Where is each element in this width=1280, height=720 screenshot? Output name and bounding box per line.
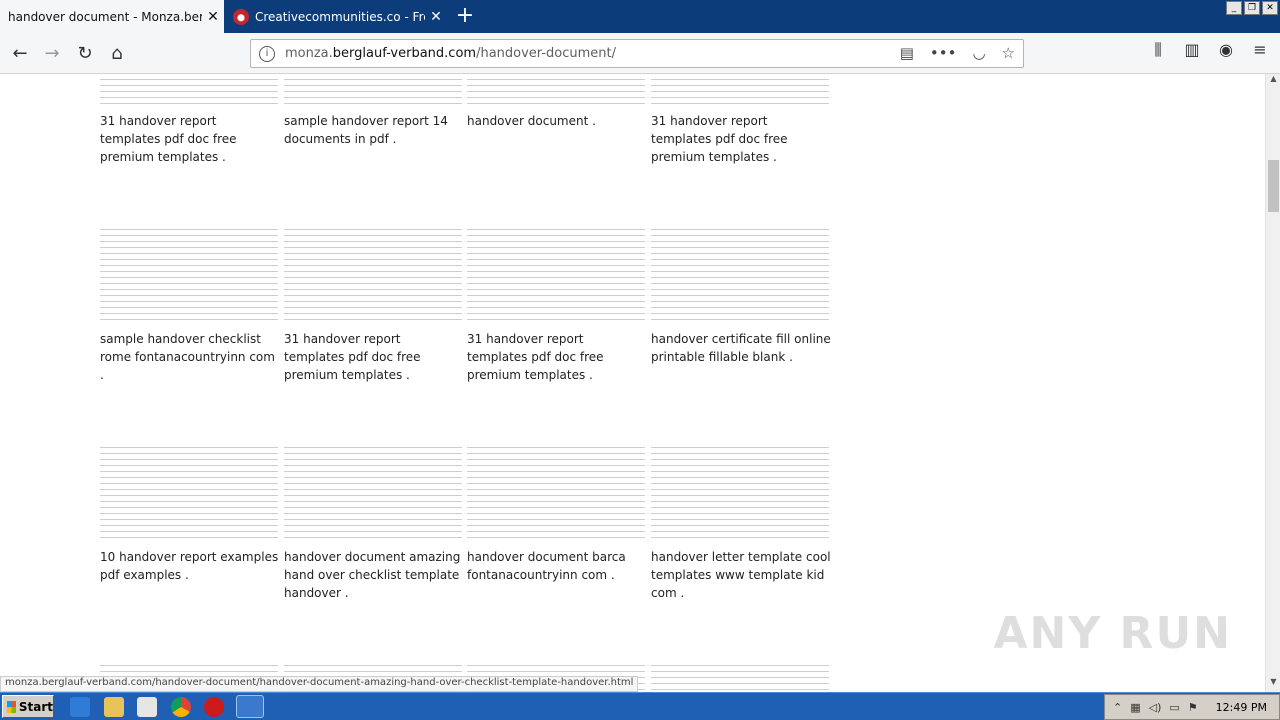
- gallery-thumbnail[interactable]: [284, 442, 462, 542]
- url-actions: ▤ ••• ◡ ☆: [900, 44, 1015, 62]
- status-url: monza.berglauf-verband.com/handover-docu…: [0, 676, 639, 692]
- gallery-caption[interactable]: 31 handover report templates pdf doc fre…: [284, 330, 464, 384]
- flag-icon[interactable]: ⚑: [1188, 701, 1198, 714]
- reload-icon[interactable]: ↻: [71, 40, 99, 68]
- vertical-scrollbar[interactable]: ▲ ▼: [1265, 74, 1280, 692]
- gallery-thumbnail[interactable]: [467, 442, 645, 542]
- minimize-icon[interactable]: _: [1226, 1, 1242, 15]
- home-icon[interactable]: ⌂: [103, 40, 131, 68]
- toolbar-right: ⫼ ▥ ◉ ≡: [1148, 40, 1270, 60]
- pocket-icon[interactable]: ◡: [972, 44, 985, 62]
- opera-icon[interactable]: [204, 697, 224, 717]
- url-prefix: monza.: [285, 46, 333, 61]
- bookmark-star-icon[interactable]: ☆: [1002, 44, 1015, 62]
- gallery-thumbnail[interactable]: [100, 442, 278, 542]
- gallery-caption[interactable]: handover document barca fontanacountryin…: [467, 548, 647, 584]
- gallery-caption[interactable]: handover document amazing hand over chec…: [284, 548, 464, 602]
- forward-arrow-icon[interactable]: →: [38, 40, 66, 68]
- navigation-toolbar: ← → ↻ ⌂ i monza. berglauf-verband.com/han…: [0, 33, 1280, 74]
- ie-icon[interactable]: [70, 697, 90, 717]
- gallery-thumbnail[interactable]: [467, 74, 645, 106]
- account-icon[interactable]: ◉: [1216, 40, 1236, 60]
- gallery-thumbnail[interactable]: [284, 224, 462, 324]
- display-icon[interactable]: ▭: [1169, 701, 1179, 714]
- tray-arrow-icon[interactable]: ⌃: [1113, 701, 1122, 714]
- gallery-thumbnail[interactable]: [651, 442, 829, 542]
- gallery-caption[interactable]: handover letter template cool templates …: [651, 548, 831, 602]
- back-arrow-icon[interactable]: ←: [6, 40, 34, 68]
- window-controls: _ ❐ ✕: [1226, 1, 1278, 15]
- gallery-thumbnail[interactable]: [100, 74, 278, 106]
- media-player-icon[interactable]: [137, 697, 157, 717]
- gallery-caption[interactable]: 10 handover report examples pdf examples…: [100, 548, 280, 584]
- library-icon[interactable]: ⫼: [1148, 40, 1168, 60]
- start-label: Start: [18, 699, 53, 714]
- opera-favicon-icon: [233, 8, 249, 25]
- gallery-caption[interactable]: 31 handover report templates pdf doc fre…: [651, 112, 831, 166]
- url-domain: berglauf-verband.com: [332, 46, 477, 61]
- gallery-thumbnail[interactable]: [100, 224, 278, 324]
- gallery-thumbnail[interactable]: [651, 224, 829, 324]
- network-icon[interactable]: ▦: [1130, 701, 1140, 714]
- url-path: /handover-document/: [476, 46, 616, 61]
- gallery-caption[interactable]: sample handover report 14 documents in p…: [284, 112, 464, 148]
- sidebar-icon[interactable]: ▥: [1182, 40, 1202, 60]
- close-window-icon[interactable]: ✕: [1262, 1, 1278, 15]
- tab-title: Creativecommunities.co - Free All: [255, 9, 425, 24]
- page-content: 31 handover report templates pdf doc fre…: [0, 74, 1265, 692]
- tab-title: handover document - Monza.berglauf-: [8, 9, 202, 24]
- start-button[interactable]: Start: [2, 695, 54, 718]
- explorer-folder-icon[interactable]: [104, 697, 124, 717]
- tray-icons: ⌃ ▦ ◁) ▭ ⚑: [1105, 701, 1198, 714]
- chrome-icon[interactable]: [171, 697, 191, 717]
- tab-bar: handover document - Monza.berglauf- ✕ Cr…: [0, 0, 1280, 33]
- address-bar[interactable]: i monza. berglauf-verband.com/handover-do…: [250, 39, 1024, 68]
- new-tab-button[interactable]: +: [452, 4, 478, 30]
- gallery-thumbnail[interactable]: [284, 74, 462, 106]
- volume-icon[interactable]: ◁): [1149, 701, 1162, 714]
- info-icon[interactable]: i: [259, 45, 275, 62]
- clock[interactable]: 12:49 PM: [1216, 701, 1279, 714]
- firefox-taskbar-button[interactable]: [236, 695, 264, 718]
- gallery-caption[interactable]: sample handover checklist rome fontanaco…: [100, 330, 280, 384]
- gallery-thumbnail[interactable]: [651, 74, 829, 106]
- hamburger-menu-icon[interactable]: ≡: [1250, 40, 1270, 60]
- gallery-caption[interactable]: handover document .: [467, 112, 647, 130]
- windows-logo-icon: [7, 700, 16, 713]
- gallery-caption[interactable]: 31 handover report templates pdf doc fre…: [467, 330, 647, 384]
- more-icon[interactable]: •••: [930, 44, 957, 62]
- tab-handover-document[interactable]: handover document - Monza.berglauf- ✕: [0, 0, 224, 33]
- close-tab-icon[interactable]: ✕: [202, 9, 224, 25]
- gallery-thumbnail[interactable]: [651, 660, 829, 692]
- anyrun-watermark: ANY RUN: [993, 608, 1232, 659]
- close-tab-icon[interactable]: ✕: [425, 9, 447, 25]
- restore-icon[interactable]: ❐: [1244, 1, 1260, 15]
- gallery-caption[interactable]: 31 handover report templates pdf doc fre…: [100, 112, 280, 166]
- scroll-down-icon[interactable]: ▼: [1266, 677, 1280, 692]
- gallery-thumbnail[interactable]: [467, 224, 645, 324]
- windows-taskbar: Start ⌃ ▦ ◁) ▭ ⚑ 12:49 PM: [0, 692, 1280, 720]
- scrollbar-thumb[interactable]: [1268, 160, 1279, 212]
- system-tray: ⌃ ▦ ◁) ▭ ⚑ 12:49 PM: [1104, 694, 1280, 720]
- reader-view-icon[interactable]: ▤: [900, 44, 914, 62]
- gallery-caption[interactable]: handover certificate fill online printab…: [651, 330, 831, 366]
- scroll-up-icon[interactable]: ▲: [1266, 74, 1280, 89]
- tab-creativecommunities[interactable]: Creativecommunities.co - Free All ✕: [225, 0, 447, 33]
